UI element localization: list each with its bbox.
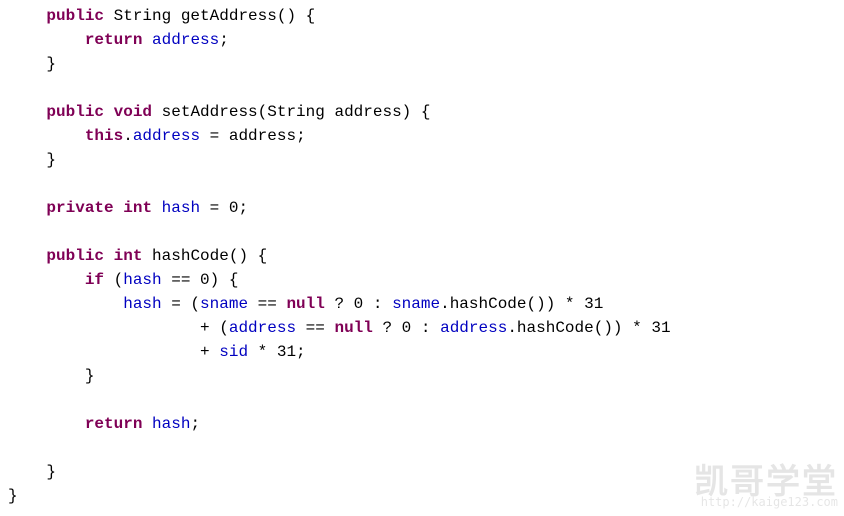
code-token: = ( <box>162 295 200 313</box>
code-token <box>8 295 123 313</box>
code-token: ? 0 : <box>325 295 392 313</box>
watermark: 凯哥学堂 http://kaige123.com <box>694 470 838 514</box>
code-token: + <box>8 343 219 361</box>
code-token <box>142 415 152 433</box>
code-token <box>8 127 85 145</box>
code-token: ; <box>190 415 200 433</box>
code-token: setAddress(String address) { <box>152 103 430 121</box>
code-token <box>104 103 114 121</box>
code-token: null <box>334 319 372 337</box>
code-token: . <box>123 127 133 145</box>
code-token: public <box>46 103 104 121</box>
code-token <box>8 7 46 25</box>
code-token: int <box>114 247 143 265</box>
code-token: int <box>123 199 152 217</box>
code-token: ? 0 : <box>373 319 440 337</box>
code-token: = address; <box>200 127 306 145</box>
code-token: null <box>286 295 324 313</box>
code-token: } <box>8 55 56 73</box>
code-token: ( <box>104 271 123 289</box>
code-token: address <box>133 127 200 145</box>
code-token: return <box>85 31 143 49</box>
watermark-sub: http://kaige123.com <box>694 490 838 514</box>
code-token <box>8 271 85 289</box>
code-token <box>114 199 124 217</box>
code-token: hash <box>162 199 200 217</box>
code-token: == <box>248 295 286 313</box>
code-token: } <box>8 151 56 169</box>
code-token: } <box>8 367 94 385</box>
code-token: return <box>85 415 143 433</box>
code-token: .hashCode()) * 31 <box>507 319 670 337</box>
code-token: if <box>85 271 104 289</box>
code-token: hash <box>152 415 190 433</box>
code-token <box>8 103 46 121</box>
code-token: sname <box>392 295 440 313</box>
code-token: address <box>152 31 219 49</box>
code-token: + ( <box>8 319 229 337</box>
code-token: hash <box>123 271 161 289</box>
code-token: address <box>229 319 296 337</box>
code-token: hashCode() { <box>142 247 267 265</box>
code-token: == <box>296 319 334 337</box>
code-token: void <box>114 103 152 121</box>
code-token <box>8 31 85 49</box>
code-token: private <box>46 199 113 217</box>
code-token: ; <box>219 31 229 49</box>
code-token: hash <box>123 295 161 313</box>
code-token <box>152 199 162 217</box>
code-token: String getAddress() { <box>104 7 315 25</box>
code-token: this <box>85 127 123 145</box>
code-token <box>8 415 85 433</box>
code-token: public <box>46 247 104 265</box>
code-token: * 31; <box>248 343 306 361</box>
code-token: = 0; <box>200 199 248 217</box>
code-block: public String getAddress() { return addr… <box>8 4 844 508</box>
code-token: sname <box>200 295 248 313</box>
code-token <box>104 247 114 265</box>
code-token: == 0) { <box>162 271 239 289</box>
code-token <box>8 247 46 265</box>
code-token: } <box>8 463 56 481</box>
code-token <box>142 31 152 49</box>
code-token: } <box>8 487 18 505</box>
code-token: sid <box>219 343 248 361</box>
code-token: .hashCode()) * 31 <box>440 295 603 313</box>
code-token: address <box>440 319 507 337</box>
code-token: public <box>46 7 104 25</box>
code-token <box>8 199 46 217</box>
